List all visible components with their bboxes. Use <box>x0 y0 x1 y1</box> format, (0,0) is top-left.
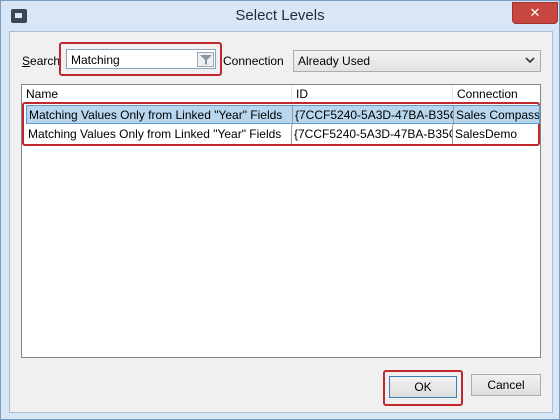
search-input[interactable]: Matching <box>66 49 216 69</box>
levels-table[interactable]: Name ID Connection Matching Values Only … <box>21 84 541 358</box>
cell-connection: Sales Compass <box>456 108 539 122</box>
column-header-name[interactable]: Name <box>22 85 292 102</box>
chevron-down-icon <box>525 57 535 64</box>
dialog-title: Select Levels <box>235 7 325 24</box>
cancel-button[interactable]: Cancel <box>471 374 541 396</box>
filter-icon[interactable] <box>197 52 214 67</box>
cell-id: {7CCF5240-5A3D-47BA-B35C- <box>293 106 454 125</box>
rows-highlight-box: Matching Values Only from Linked "Year" … <box>22 102 540 146</box>
cell-id: {7CCF5240-5A3D-47BA-B35C- <box>292 125 453 144</box>
dialog-window: Select Levels ✕ Search Matching Connecti… <box>0 0 560 420</box>
table-header: Name ID Connection <box>22 85 540 103</box>
column-header-connection[interactable]: Connection <box>453 85 540 102</box>
ok-button[interactable]: OK <box>389 376 457 398</box>
title-bar[interactable]: Select Levels ✕ <box>1 1 559 31</box>
cell-connection: SalesDemo <box>455 127 518 141</box>
ok-highlight-box: OK <box>383 370 463 406</box>
connection-label: Connection <box>223 54 284 68</box>
close-button[interactable]: ✕ <box>512 2 558 24</box>
search-highlight-box: Matching <box>59 42 222 76</box>
cell-name: Matching Values Only from Linked "Year" … <box>26 125 292 144</box>
search-input-value: Matching <box>71 53 120 67</box>
table-row[interactable]: Matching Values Only from Linked "Year" … <box>26 125 540 144</box>
table-row[interactable]: Matching Values Only from Linked "Year" … <box>26 105 540 125</box>
connection-dropdown[interactable]: Already Used <box>293 50 541 72</box>
cell-name: Matching Values Only from Linked "Year" … <box>27 106 293 125</box>
connection-dropdown-value: Already Used <box>298 54 371 68</box>
dialog-body: Search Matching Connection Already Used … <box>9 31 553 413</box>
column-header-id[interactable]: ID <box>292 85 453 102</box>
search-label: Search <box>22 54 61 68</box>
